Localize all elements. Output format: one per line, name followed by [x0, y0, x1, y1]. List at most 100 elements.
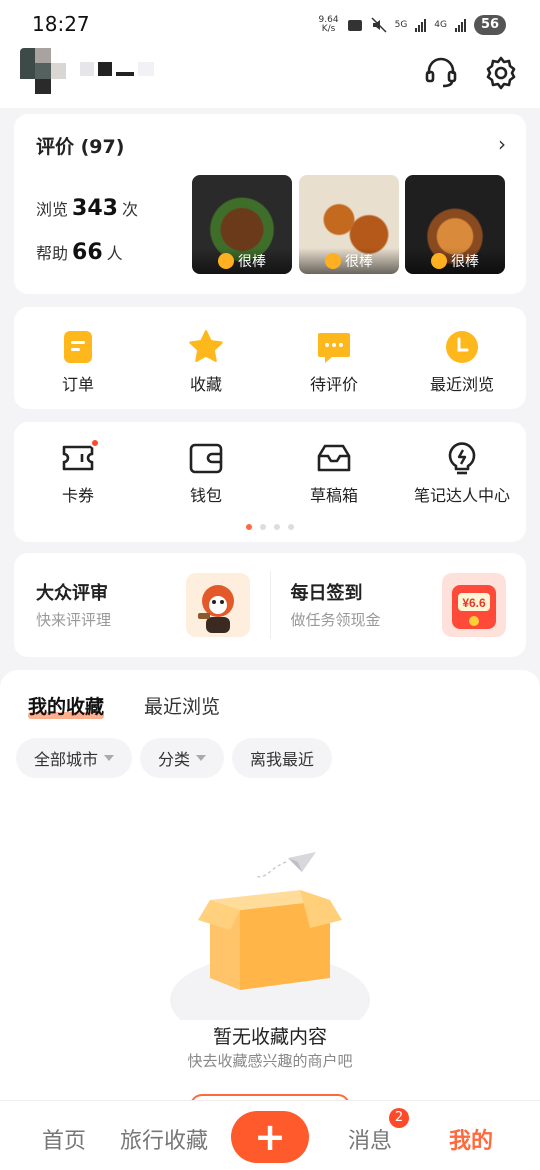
- nav-home[interactable]: 首页: [42, 1123, 86, 1155]
- gear-icon[interactable]: [483, 54, 519, 90]
- helps-count: 66: [72, 240, 103, 265]
- menu-item-recent[interactable]: 最近浏览: [398, 307, 526, 409]
- network-speed-unit: K/s: [321, 24, 336, 34]
- filter-label: 离我最近: [250, 750, 315, 769]
- nav-travel-favorites[interactable]: 旅行收藏: [120, 1123, 208, 1155]
- menu-item-label: 订单: [61, 375, 94, 394]
- photo-tag-label: 很棒: [238, 254, 266, 270]
- empty-subtitle: 快去收藏感兴趣的商户吧: [187, 1052, 353, 1070]
- photo-tag-label: 很棒: [451, 254, 479, 270]
- menu-item-label: 卡券: [61, 486, 94, 505]
- helps-unit: 人: [106, 244, 123, 263]
- menu-item-label: 最近浏览: [429, 375, 494, 394]
- signal1-label: 5G: [394, 19, 408, 30]
- page-dot: [260, 524, 266, 530]
- reviews-title: 评价 (97): [36, 136, 125, 158]
- order-icon: [64, 331, 92, 363]
- menu-item-label: 草稿箱: [309, 486, 358, 505]
- wallet-icon: [189, 443, 223, 474]
- page-dot: [288, 524, 294, 530]
- username-blurred[interactable]: [80, 62, 154, 76]
- tab-my-favorites[interactable]: 我的收藏: [28, 692, 105, 719]
- empty-box-illustration: [170, 852, 370, 1020]
- filter-label: 全部城市: [34, 750, 99, 769]
- reward-amount: ¥6.6: [462, 596, 486, 610]
- filter-category[interactable]: 分类: [140, 738, 225, 778]
- messages-badge: 2: [389, 1108, 409, 1128]
- add-button[interactable]: +: [231, 1111, 309, 1163]
- notification-dot: [90, 438, 100, 448]
- headset-icon[interactable]: [423, 54, 459, 90]
- menu-item-favorites[interactable]: 收藏: [142, 307, 270, 409]
- photo-tag: 很棒: [405, 248, 505, 274]
- status-icons: 9.64 K/s 5G 4G 56: [319, 14, 506, 36]
- drafts-icon: [317, 444, 351, 472]
- status-time: 18:27: [32, 12, 90, 36]
- star-icon: [189, 330, 223, 362]
- signal-bars-icon: [415, 18, 427, 32]
- helps-label: 帮助: [36, 240, 69, 264]
- tab-label: 最近浏览: [144, 696, 221, 718]
- helps-stat: 帮助 66 人: [36, 240, 123, 265]
- status-bar: 18:27 9.64 K/s 5G 4G 56: [0, 0, 540, 48]
- promo-card: 大众评审 快来评评理 每日签到 做任务领现金 ¥6.6: [14, 553, 526, 657]
- menu-item-pending-reviews[interactable]: 待评价: [270, 307, 398, 409]
- avatar[interactable]: [20, 48, 66, 94]
- folder-icon: [347, 20, 362, 31]
- promo-title: 大众评审: [36, 583, 108, 604]
- emoji-icon: [218, 253, 234, 269]
- lightbulb-icon: [448, 442, 476, 475]
- caret-down-icon: [104, 755, 115, 761]
- battery-indicator: 56: [474, 15, 506, 35]
- photo-tag: 很棒: [299, 248, 399, 274]
- promo-title: 每日签到: [290, 583, 363, 604]
- promo-subtitle: 快来评评理: [36, 611, 112, 629]
- filter-bar: 全部城市 分类 离我最近: [16, 738, 333, 778]
- reviews-card[interactable]: 评价 (97) › 浏览 343 次 帮助 66 人 很棒 很棒 很棒: [14, 114, 526, 294]
- signal2-label: 4G: [434, 19, 447, 30]
- menu-item-label: 待评价: [309, 375, 358, 394]
- mute-icon: [371, 17, 387, 33]
- menu-item-orders[interactable]: 订单: [14, 307, 142, 409]
- menu-item-label: 钱包: [189, 486, 222, 505]
- caret-down-icon: [196, 755, 207, 761]
- page-dot-active: [246, 524, 252, 530]
- filter-city[interactable]: 全部城市: [16, 738, 133, 778]
- menu-item-label: 笔记达人中心: [413, 486, 510, 505]
- chevron-right-icon[interactable]: ›: [498, 132, 506, 156]
- red-panda-mascot-icon: [185, 573, 250, 637]
- filter-label: 分类: [158, 750, 191, 769]
- filter-nearest[interactable]: 离我最近: [232, 738, 333, 778]
- photo-tag: 很棒: [192, 248, 292, 274]
- tab-label: 我的收藏: [28, 696, 105, 718]
- quick-menu: 订单 收藏 待评价 最近浏览: [14, 307, 526, 409]
- views-count: 343: [72, 196, 118, 221]
- emoji-icon: [431, 253, 447, 269]
- nav-messages[interactable]: 消息: [348, 1123, 392, 1155]
- emoji-icon: [325, 253, 341, 269]
- review-photo[interactable]: 很棒: [405, 175, 505, 274]
- promo-daily-checkin[interactable]: 每日签到 做任务领现金 ¥6.6: [269, 571, 527, 639]
- views-unit: 次: [121, 200, 138, 219]
- menu-item-label: 收藏: [189, 375, 222, 394]
- page-dot: [274, 524, 280, 530]
- promo-subtitle: 做任务领现金: [290, 611, 381, 629]
- network-speed: 9.64 K/s: [319, 16, 339, 34]
- review-photo[interactable]: 很棒: [299, 175, 399, 274]
- promo-public-review[interactable]: 大众评审 快来评评理: [14, 553, 270, 657]
- signal-bars-icon: [455, 18, 466, 32]
- red-envelope-icon: ¥6.6: [442, 573, 506, 637]
- coupon-icon-wrap: [60, 438, 100, 476]
- clock-icon: [446, 331, 478, 363]
- views-label: 浏览: [36, 196, 69, 220]
- collections-tabs: 我的收藏 最近浏览: [28, 692, 220, 719]
- nav-mine[interactable]: 我的: [449, 1123, 493, 1155]
- review-photo[interactable]: 很棒: [192, 175, 292, 274]
- tab-recent[interactable]: 最近浏览: [144, 692, 220, 719]
- bottom-nav: 首页 旅行收藏 + 消息 2 我的: [0, 1100, 540, 1170]
- views-stat: 浏览 343 次: [36, 196, 138, 221]
- empty-title: 暂无收藏内容: [212, 1026, 327, 1048]
- comment-icon: [318, 333, 350, 363]
- tools-menu: 卡券 钱包 草稿箱 笔记达人中心: [14, 422, 526, 542]
- collections-section: 我的收藏 最近浏览 全部城市 分类 离我最近 暂无收藏内容 快去收藏感兴趣的商户…: [0, 670, 540, 1106]
